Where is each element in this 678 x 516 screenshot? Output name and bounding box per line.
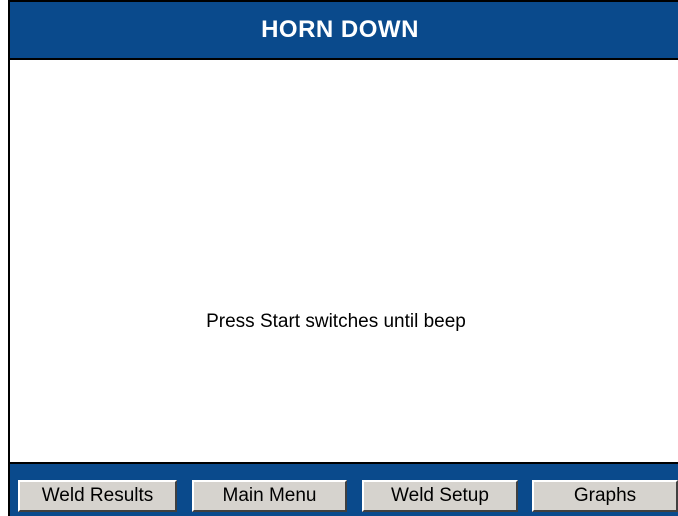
content-area: Press Start switches until beep	[10, 60, 678, 462]
screen-frame: HORN DOWN Press Start switches until bee…	[8, 0, 678, 516]
bottom-button-bar: Weld Results Main Menu Weld Setup Graphs	[10, 462, 678, 516]
main-menu-button[interactable]: Main Menu	[192, 480, 347, 512]
horn-down-screen: HORN DOWN Press Start switches until bee…	[0, 0, 678, 516]
title-bar: HORN DOWN	[10, 2, 678, 60]
graphs-button[interactable]: Graphs	[532, 480, 678, 512]
instruction-message: Press Start switches until beep	[206, 311, 466, 332]
weld-results-button[interactable]: Weld Results	[18, 480, 177, 512]
page-title: HORN DOWN	[261, 16, 419, 43]
weld-setup-button[interactable]: Weld Setup	[362, 480, 518, 512]
